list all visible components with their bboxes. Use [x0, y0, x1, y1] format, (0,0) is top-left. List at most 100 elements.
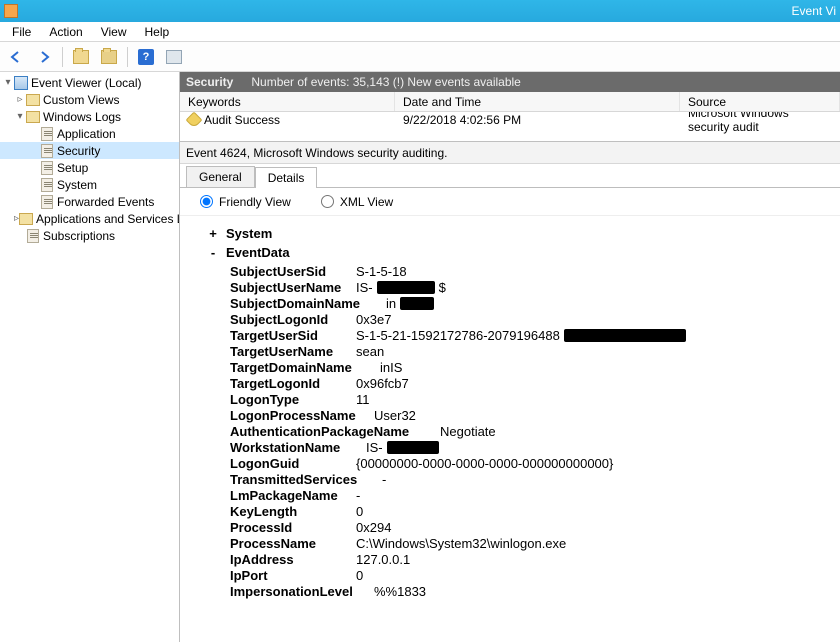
kv-row: TargetUserNamesean — [230, 344, 840, 359]
tab-general[interactable]: General — [186, 166, 255, 187]
kv-value: 0x96fcb7 — [356, 376, 409, 391]
kv-value: in — [386, 296, 396, 311]
tree-setup[interactable]: Setup — [0, 159, 179, 176]
kv-value: 11 — [356, 392, 370, 407]
redacted-text — [564, 329, 686, 342]
event-count: Number of events: 35,143 (!) New events … — [251, 75, 520, 89]
kv-key: ProcessName — [230, 536, 356, 551]
action-pane-button[interactable] — [162, 46, 186, 68]
expand-icon[interactable]: ▹ — [14, 94, 26, 105]
kv-key: LogonProcessName — [230, 408, 374, 423]
kv-value: %%1833 — [374, 584, 426, 599]
toolbar: ? — [0, 42, 840, 72]
kv-key: AuthenticationPackageName — [230, 424, 440, 439]
section-header: Security Number of events: 35,143 (!) Ne… — [180, 72, 840, 92]
kv-row: ProcessNameC:\Windows\System32\winlogon.… — [230, 536, 840, 551]
expand-icon[interactable]: + — [208, 226, 218, 241]
kv-key: SubjectUserName — [230, 280, 356, 295]
kv-row: SubjectUserNameIS- $ — [230, 280, 840, 295]
back-button[interactable] — [4, 46, 28, 68]
kv-value: IS- — [356, 280, 373, 295]
toolbar-separator — [127, 47, 128, 67]
kv-row: AuthenticationPackageNameNegotiate — [230, 424, 840, 439]
event-grid-header[interactable]: Keywords Date and Time Source — [180, 92, 840, 112]
kv-row: TargetLogonId0x96fcb7 — [230, 376, 840, 391]
collapse-icon[interactable]: ▾ — [14, 111, 26, 122]
radio-friendly-input[interactable] — [200, 195, 213, 208]
node-label: System — [226, 226, 272, 241]
radio-xml-input[interactable] — [321, 195, 334, 208]
menu-action[interactable]: Action — [41, 23, 90, 41]
tree-apps-services[interactable]: ▹Applications and Services Lo — [0, 210, 179, 227]
kv-value: 0 — [356, 568, 363, 583]
kv-value: S-1-5-18 — [356, 264, 407, 279]
kv-key: TargetUserName — [230, 344, 356, 359]
event-row[interactable]: Audit Success 9/22/2018 4:02:56 PM Micro… — [180, 112, 840, 128]
content-pane: Security Number of events: 35,143 (!) Ne… — [180, 72, 840, 642]
tree-forwarded[interactable]: Forwarded Events — [0, 193, 179, 210]
column-datetime[interactable]: Date and Time — [395, 92, 680, 111]
titlebar: Event Vi — [0, 0, 840, 22]
kv-row: SubjectDomainNamein — [230, 296, 840, 311]
kv-value: - — [382, 472, 386, 487]
event-grid[interactable]: Audit Success 9/22/2018 4:02:56 PM Micro… — [180, 112, 840, 142]
system-node[interactable]: + System — [208, 226, 840, 241]
menu-file[interactable]: File — [4, 23, 39, 41]
tree-application[interactable]: Application — [0, 125, 179, 142]
forward-button[interactable] — [32, 46, 56, 68]
tree-root[interactable]: ▾Event Viewer (Local) — [0, 74, 179, 91]
arrow-left-icon — [9, 50, 23, 64]
kv-value: 0x3e7 — [356, 312, 391, 327]
menubar: File Action View Help — [0, 22, 840, 42]
tree-label: Application — [57, 127, 116, 141]
kv-key: IpPort — [230, 568, 356, 583]
log-icon — [40, 195, 54, 209]
kv-row: ImpersonationLevel%%1833 — [230, 584, 840, 599]
tab-details[interactable]: Details — [255, 167, 318, 188]
kv-key: TargetUserSid — [230, 328, 356, 343]
kv-key: SubjectDomainName — [230, 296, 386, 311]
event-details-body[interactable]: +System -EventData SubjectUserSidS-1-5-1… — [180, 216, 840, 642]
folder-icon — [73, 50, 89, 64]
radio-friendly[interactable]: Friendly View — [200, 195, 291, 209]
kv-value: C:\Windows\System32\winlogon.exe — [356, 536, 566, 551]
log-icon — [40, 178, 54, 192]
eventdata-node[interactable]: -EventData — [208, 245, 840, 260]
detail-tabs: General Details — [180, 164, 840, 188]
help-button[interactable]: ? — [134, 46, 158, 68]
tree-system[interactable]: System — [0, 176, 179, 193]
radio-xml[interactable]: XML View — [321, 195, 393, 209]
log-icon — [40, 161, 54, 175]
column-source[interactable]: Source — [680, 92, 840, 111]
column-keywords[interactable]: Keywords — [180, 92, 395, 111]
tree-label: Setup — [57, 161, 88, 175]
node-label: EventData — [226, 245, 290, 260]
folder-icon — [26, 93, 40, 107]
redacted-text — [387, 441, 439, 454]
kv-row: TargetUserSidS-1-5-21-1592172786-2079196… — [230, 328, 840, 343]
navigation-tree[interactable]: ▾Event Viewer (Local) ▹Custom Views ▾Win… — [0, 72, 180, 642]
tree-label: Applications and Services Lo — [36, 212, 180, 226]
kv-key: LmPackageName — [230, 488, 356, 503]
menu-help[interactable]: Help — [137, 23, 178, 41]
menu-view[interactable]: View — [93, 23, 135, 41]
kv-row: TargetDomainNameinIS — [230, 360, 840, 375]
tree-subscriptions[interactable]: Subscriptions — [0, 227, 179, 244]
collapse-icon[interactable]: - — [208, 245, 218, 260]
kv-row: IpAddress127.0.0.1 — [230, 552, 840, 567]
kv-value: inIS — [380, 360, 402, 375]
kv-value: sean — [356, 344, 384, 359]
tree-windows-logs[interactable]: ▾Windows Logs — [0, 108, 179, 125]
event-detail-title: Event 4624, Microsoft Windows security a… — [180, 142, 840, 164]
show-action-button[interactable] — [97, 46, 121, 68]
kv-row: LmPackageName- — [230, 488, 840, 503]
show-tree-button[interactable] — [69, 46, 93, 68]
kv-row: TransmittedServices- — [230, 472, 840, 487]
tree-custom-views[interactable]: ▹Custom Views — [0, 91, 179, 108]
kv-value: $ — [439, 280, 446, 295]
kv-row: SubjectUserSidS-1-5-18 — [230, 264, 840, 279]
tree-label: Security — [57, 144, 100, 158]
tree-label: System — [57, 178, 97, 192]
collapse-icon[interactable]: ▾ — [2, 77, 14, 88]
tree-security[interactable]: Security — [0, 142, 179, 159]
